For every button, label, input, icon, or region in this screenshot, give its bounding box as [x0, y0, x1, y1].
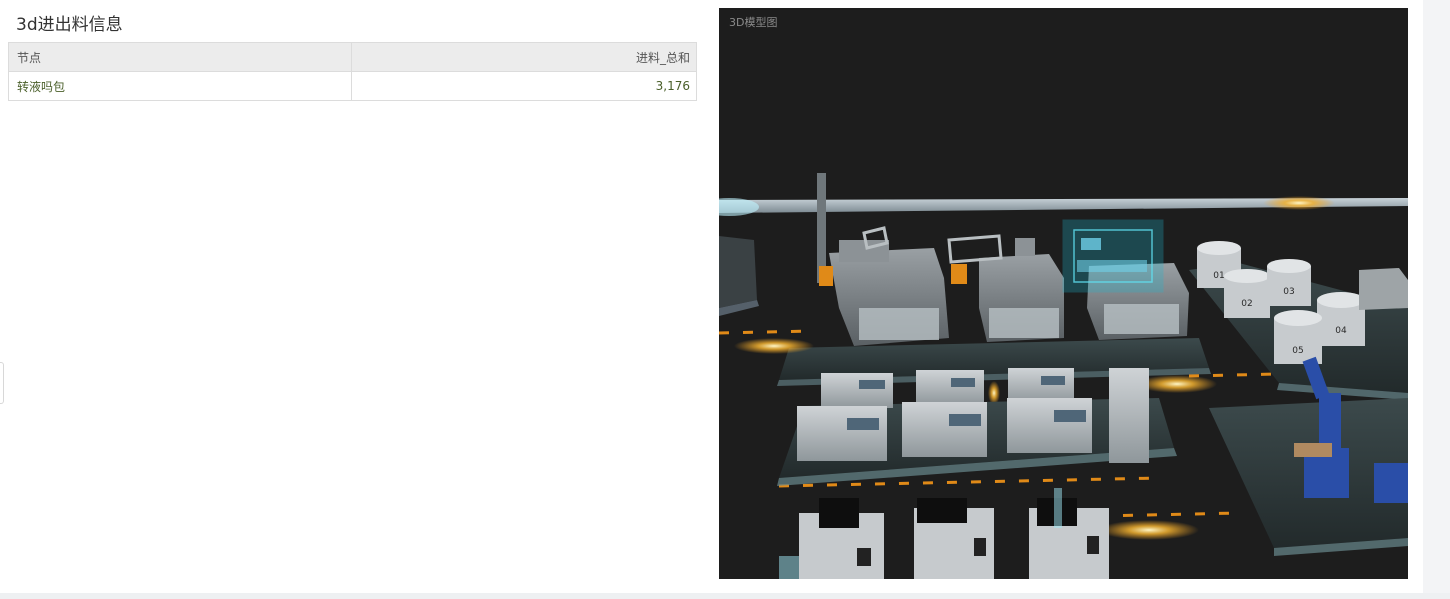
tank-label: 05 — [1292, 346, 1303, 356]
left-building — [719, 236, 757, 308]
station[interactable] — [914, 498, 994, 579]
furnace-1[interactable] — [819, 226, 949, 346]
cell-node: 转液吗包 — [8, 71, 352, 101]
station[interactable] — [779, 498, 884, 579]
feed-info-table: 节点 进料_总和 转液吗包 3,176 — [8, 42, 697, 101]
side-panel-handle[interactable] — [0, 362, 4, 404]
tank-label: 01 — [1213, 271, 1224, 281]
machine[interactable] — [1007, 398, 1092, 453]
3d-model-viewport[interactable]: 3D模型图 01 02 03 04 05 — [719, 8, 1408, 579]
machine[interactable] — [902, 402, 987, 457]
robot-arm[interactable] — [1374, 463, 1408, 503]
bottom-stations[interactable] — [779, 488, 1109, 579]
page: 3d进出料信息 节点 进料_总和 转液吗包 3,176 3D模型图 01 02 … — [0, 0, 1450, 599]
column-header-node[interactable]: 节点 — [8, 42, 352, 72]
viewport-title: 3D模型图 — [729, 16, 778, 29]
right-gutter — [1423, 0, 1450, 599]
tank-label: 04 — [1335, 326, 1347, 336]
factory-3d-scene[interactable]: 01 02 03 04 05 — [719, 8, 1408, 579]
furnace-2[interactable] — [947, 234, 1064, 342]
column-header-feed-total[interactable]: 进料_总和 — [351, 42, 697, 72]
tank[interactable]: 02 — [1224, 269, 1270, 318]
tank-label: 03 — [1283, 287, 1294, 297]
bottom-strip — [0, 593, 1450, 599]
control-box — [1359, 268, 1408, 310]
machine[interactable] — [1109, 368, 1149, 463]
station[interactable] — [1029, 488, 1109, 579]
cell-feed-total: 3,176 — [351, 71, 697, 101]
machine[interactable] — [916, 370, 984, 405]
tank-label: 02 — [1241, 299, 1252, 309]
feed-info-panel: 3d进出料信息 节点 进料_总和 转液吗包 3,176 — [8, 8, 698, 101]
hologram-sign[interactable] — [1062, 219, 1164, 293]
machine[interactable] — [797, 406, 887, 461]
panel-title: 3d进出料信息 — [16, 15, 123, 35]
tank[interactable]: 05 — [1274, 310, 1322, 364]
tank[interactable]: 04 — [1317, 292, 1365, 346]
machine[interactable] — [821, 373, 893, 408]
tank[interactable]: 03 — [1267, 259, 1311, 306]
machine[interactable] — [1008, 368, 1074, 403]
table-row[interactable]: 转液吗包 3,176 — [8, 71, 697, 101]
table-header-row: 节点 进料_总和 — [8, 42, 697, 72]
